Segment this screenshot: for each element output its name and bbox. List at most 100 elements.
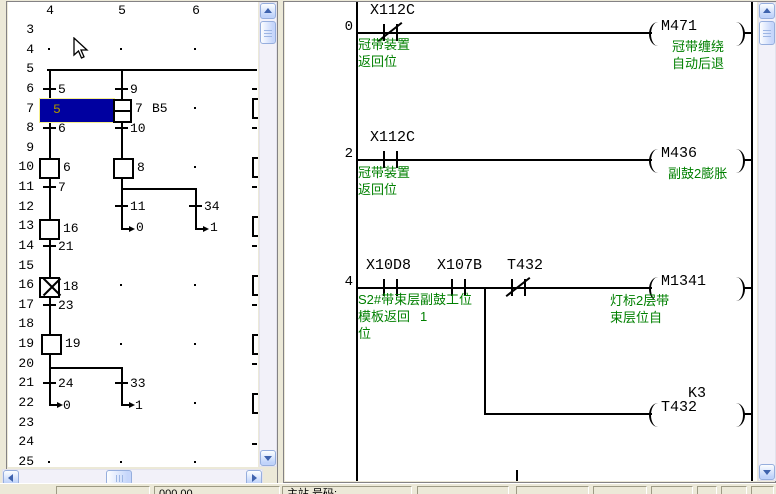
sfc-grid-dot (194, 166, 196, 168)
sfc-step-label: 18 (63, 280, 79, 293)
sfc-transition[interactable] (43, 382, 56, 384)
sfc-grid-dot (194, 48, 196, 50)
sfc-step-divider (113, 110, 132, 112)
sfc-transition[interactable] (115, 205, 128, 207)
sfc-line (47, 69, 257, 71)
sfc-clipped-step (252, 216, 258, 237)
sfc-transition[interactable] (43, 245, 56, 247)
device-label: X112C (370, 131, 415, 145)
coil-comment: 副鼓2膨胀 (668, 166, 727, 182)
sfc-row-number: 17 (8, 298, 34, 311)
scroll-up-button[interactable] (759, 3, 775, 19)
coil-device-label: M436 (661, 147, 697, 161)
sfc-block-label: B5 (152, 102, 168, 115)
rung-line (485, 413, 652, 415)
sfc-grid-dot (120, 461, 122, 463)
scroll-down-button[interactable] (759, 464, 775, 480)
scroll-down-button[interactable] (260, 450, 276, 466)
status-cell (721, 486, 747, 494)
sfc-transition-label: 5 (58, 83, 66, 96)
sfc-grid-dot (120, 48, 122, 50)
scroll-up-button[interactable] (260, 3, 276, 19)
ladder-vertical-scrollbar[interactable] (758, 2, 776, 481)
right-power-rail (751, 2, 753, 481)
sfc-transition[interactable] (115, 88, 128, 90)
sfc-row-number: 24 (8, 435, 34, 448)
device-comment: 位 (358, 326, 371, 342)
sfc-row-number: 8 (8, 121, 34, 134)
rung-number: 0 (333, 20, 353, 34)
sfc-grid-dot (194, 402, 196, 404)
sfc-step-box[interactable] (41, 334, 62, 355)
sfc-branch-line (121, 188, 197, 190)
status-cell (593, 486, 647, 494)
sfc-clipped-transition (252, 245, 257, 247)
sfc-row-number: 25 (8, 455, 34, 468)
rung-line (357, 32, 652, 34)
sfc-jump-label: 0 (63, 399, 71, 412)
sfc-row-number: 11 (8, 180, 34, 193)
sfc-transition[interactable] (43, 304, 56, 306)
sfc-row-number: 16 (8, 278, 34, 291)
sfc-row-number: 13 (8, 219, 34, 232)
sfc-grid-dot (194, 343, 196, 345)
sfc-line (195, 188, 197, 230)
device-label: T432 (507, 259, 543, 273)
coil-device-label: M471 (661, 20, 697, 34)
sfc-row-number: 10 (8, 160, 34, 173)
sfc-step-box[interactable] (39, 219, 60, 240)
status-cell (697, 486, 717, 494)
partial-next-rung-line (516, 470, 518, 481)
sfc-transition-label: 23 (58, 299, 74, 312)
device-comment: 1 (420, 309, 427, 325)
sfc-jump-label: 1 (210, 221, 218, 234)
rung-line (357, 287, 652, 289)
sfc-row-number: 21 (8, 376, 34, 389)
coil-comment: 灯标2层带 (610, 293, 669, 309)
device-comment: 返回位 (358, 54, 397, 70)
sfc-transition[interactable] (43, 88, 56, 90)
status-cell (651, 486, 693, 494)
sfc-column-header: 5 (114, 4, 130, 17)
sfc-step-label: 19 (65, 337, 81, 350)
sfc-grid-dot (194, 107, 196, 109)
sfc-grid-dot (120, 284, 122, 286)
rung-number: 4 (333, 275, 353, 289)
sfc-clipped-transition (252, 363, 257, 365)
sfc-transition[interactable] (189, 205, 202, 207)
sfc-clipped-transition (252, 88, 257, 90)
sfc-transition[interactable] (43, 186, 56, 188)
sfc-clipped-transition (252, 304, 257, 306)
sfc-transition-label: 21 (58, 240, 74, 253)
sfc-step-box[interactable] (39, 158, 60, 179)
sfc-row-number: 12 (8, 200, 34, 213)
device-label: X107B (437, 259, 482, 273)
sfc-step-label: 6 (63, 161, 71, 174)
sfc-row-number: 18 (8, 317, 34, 330)
sfc-selected-cell[interactable] (39, 98, 115, 123)
sfc-transition-label: 10 (130, 122, 146, 135)
sfc-clipped-step (252, 98, 258, 119)
sfc-transition[interactable] (115, 127, 128, 129)
sfc-transition[interactable] (115, 382, 128, 384)
coil-comment: 冠带缠绕 (672, 39, 724, 55)
device-comment: 冠带装置 (358, 165, 410, 181)
device-comment: 模板返回 (358, 309, 410, 325)
sfc-jump-label: 0 (136, 221, 144, 234)
device-label: X10D8 (366, 259, 411, 273)
coil-device-label: M1341 (661, 275, 706, 289)
sfc-transition[interactable] (43, 127, 56, 129)
sfc-row-number: 9 (8, 141, 34, 154)
rung-number: 2 (333, 147, 353, 161)
sfc-vertical-scrollbar[interactable] (259, 2, 277, 467)
sfc-transition-label: 11 (130, 200, 146, 213)
status-cell (516, 486, 589, 494)
sfc-transition-label: 33 (130, 377, 146, 390)
sfc-jump-arrowhead (203, 226, 209, 232)
device-comment: S2#带束层 (358, 292, 420, 308)
scroll-thumb[interactable] (759, 21, 775, 45)
scroll-thumb[interactable] (260, 21, 276, 44)
mouse-cursor (73, 37, 89, 60)
sfc-step-box[interactable] (113, 158, 134, 179)
sfc-selected-step-label: 5 (53, 103, 61, 116)
